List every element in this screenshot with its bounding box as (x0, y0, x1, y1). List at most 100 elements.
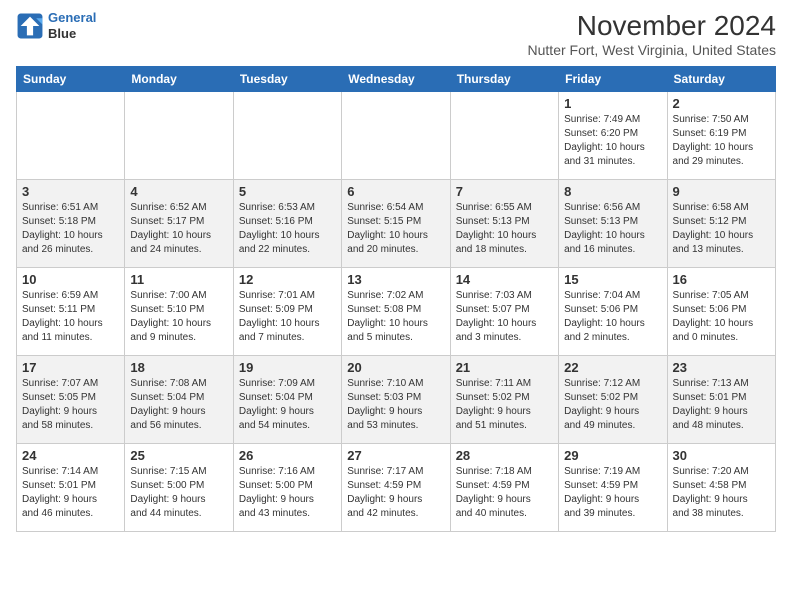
week-row-1: 1Sunrise: 7:49 AM Sunset: 6:20 PM Daylig… (17, 92, 776, 180)
calendar-cell: 23 Sunrise: 7:13 AM Sunset: 5:01 PM Dayli… (667, 356, 775, 444)
day-detail: Sunrise: 6:58 AM Sunset: 5:12 PM Dayligh… (673, 201, 770, 257)
day-number: 4 (130, 184, 227, 199)
calendar-cell: 12Sunrise: 7:01 AM Sunset: 5:09 PM Dayli… (233, 268, 341, 356)
calendar-cell: 25 Sunrise: 7:15 AM Sunset: 5:00 PM Dayli… (125, 444, 233, 532)
calendar-cell: 2 Sunrise: 7:50 AM Sunset: 6:19 PM Daylig… (667, 92, 775, 180)
day-header-saturday: Saturday (667, 67, 775, 92)
calendar-cell: 6Sunrise: 6:54 AM Sunset: 5:15 PM Daylig… (342, 180, 450, 268)
main-title: November 2024 (528, 10, 776, 42)
day-detail: Sunrise: 6:52 AM Sunset: 5:17 PM Dayligh… (130, 201, 227, 257)
calendar-cell: 10Sunrise: 6:59 AM Sunset: 5:11 PM Dayli… (17, 268, 125, 356)
day-number: 2 (673, 96, 770, 111)
day-detail: Sunrise: 7:11 AM Sunset: 5:02 PM Dayligh… (456, 377, 553, 433)
calendar-cell: 18 Sunrise: 7:08 AM Sunset: 5:04 PM Dayli… (125, 356, 233, 444)
calendar-cell: 15Sunrise: 7:04 AM Sunset: 5:06 PM Dayli… (559, 268, 667, 356)
calendar-cell (125, 92, 233, 180)
day-detail: Sunrise: 7:05 AM Sunset: 5:06 PM Dayligh… (673, 289, 770, 345)
day-header-friday: Friday (559, 67, 667, 92)
day-detail: Sunrise: 7:20 AM Sunset: 4:58 PM Dayligh… (673, 465, 770, 521)
day-detail: Sunrise: 7:03 AM Sunset: 5:07 PM Dayligh… (456, 289, 553, 345)
day-number: 23 (673, 360, 770, 375)
logo-line2: Blue (48, 26, 96, 42)
subtitle: Nutter Fort, West Virginia, United State… (528, 42, 776, 58)
day-detail: Sunrise: 7:16 AM Sunset: 5:00 PM Dayligh… (239, 465, 336, 521)
calendar-cell: 1Sunrise: 7:49 AM Sunset: 6:20 PM Daylig… (559, 92, 667, 180)
day-number: 17 (22, 360, 119, 375)
day-number: 26 (239, 448, 336, 463)
calendar-cell: 28 Sunrise: 7:18 AM Sunset: 4:59 PM Dayli… (450, 444, 558, 532)
day-number: 27 (347, 448, 444, 463)
day-number: 3 (22, 184, 119, 199)
calendar-cell (450, 92, 558, 180)
week-row-2: 3 Sunrise: 6:51 AM Sunset: 5:18 PM Daylig… (17, 180, 776, 268)
day-number: 18 (130, 360, 227, 375)
day-header-wednesday: Wednesday (342, 67, 450, 92)
day-number: 1 (564, 96, 661, 111)
calendar-cell: 21 Sunrise: 7:11 AM Sunset: 5:02 PM Dayli… (450, 356, 558, 444)
day-detail: Sunrise: 6:59 AM Sunset: 5:11 PM Dayligh… (22, 289, 119, 345)
day-detail: Sunrise: 7:12 AM Sunset: 5:02 PM Dayligh… (564, 377, 661, 433)
day-number: 29 (564, 448, 661, 463)
day-detail: Sunrise: 7:50 AM Sunset: 6:19 PM Dayligh… (673, 113, 770, 169)
header: General Blue November 2024 Nutter Fort, … (16, 10, 776, 58)
calendar-cell: 11 Sunrise: 7:00 AM Sunset: 5:10 PM Dayli… (125, 268, 233, 356)
day-detail: Sunrise: 7:18 AM Sunset: 4:59 PM Dayligh… (456, 465, 553, 521)
calendar-cell: 22 Sunrise: 7:12 AM Sunset: 5:02 PM Dayli… (559, 356, 667, 444)
calendar-cell: 30 Sunrise: 7:20 AM Sunset: 4:58 PM Dayli… (667, 444, 775, 532)
day-number: 15 (564, 272, 661, 287)
day-number: 22 (564, 360, 661, 375)
day-number: 5 (239, 184, 336, 199)
calendar-cell: 16 Sunrise: 7:05 AM Sunset: 5:06 PM Dayli… (667, 268, 775, 356)
day-detail: Sunrise: 6:53 AM Sunset: 5:16 PM Dayligh… (239, 201, 336, 257)
day-number: 16 (673, 272, 770, 287)
page: General Blue November 2024 Nutter Fort, … (0, 0, 792, 548)
calendar-cell: 8 Sunrise: 6:56 AM Sunset: 5:13 PM Daylig… (559, 180, 667, 268)
day-detail: Sunrise: 7:00 AM Sunset: 5:10 PM Dayligh… (130, 289, 227, 345)
day-detail: Sunrise: 7:19 AM Sunset: 4:59 PM Dayligh… (564, 465, 661, 521)
day-detail: Sunrise: 7:02 AM Sunset: 5:08 PM Dayligh… (347, 289, 444, 345)
day-header-tuesday: Tuesday (233, 67, 341, 92)
day-number: 9 (673, 184, 770, 199)
calendar-cell: 20Sunrise: 7:10 AM Sunset: 5:03 PM Dayli… (342, 356, 450, 444)
day-number: 28 (456, 448, 553, 463)
logo-icon (16, 12, 44, 40)
day-detail: Sunrise: 6:55 AM Sunset: 5:13 PM Dayligh… (456, 201, 553, 257)
day-number: 21 (456, 360, 553, 375)
week-row-3: 10Sunrise: 6:59 AM Sunset: 5:11 PM Dayli… (17, 268, 776, 356)
day-header-monday: Monday (125, 67, 233, 92)
day-number: 19 (239, 360, 336, 375)
calendar-cell (17, 92, 125, 180)
calendar-cell: 27Sunrise: 7:17 AM Sunset: 4:59 PM Dayli… (342, 444, 450, 532)
day-number: 14 (456, 272, 553, 287)
calendar-cell: 24Sunrise: 7:14 AM Sunset: 5:01 PM Dayli… (17, 444, 125, 532)
logo: General Blue (16, 10, 96, 41)
calendar-cell: 14 Sunrise: 7:03 AM Sunset: 5:07 PM Dayli… (450, 268, 558, 356)
week-row-4: 17Sunrise: 7:07 AM Sunset: 5:05 PM Dayli… (17, 356, 776, 444)
day-number: 25 (130, 448, 227, 463)
calendar-cell: 9 Sunrise: 6:58 AM Sunset: 5:12 PM Daylig… (667, 180, 775, 268)
day-number: 6 (347, 184, 444, 199)
calendar-cell: 17Sunrise: 7:07 AM Sunset: 5:05 PM Dayli… (17, 356, 125, 444)
calendar-cell: 5 Sunrise: 6:53 AM Sunset: 5:16 PM Daylig… (233, 180, 341, 268)
day-number: 7 (456, 184, 553, 199)
day-detail: Sunrise: 7:13 AM Sunset: 5:01 PM Dayligh… (673, 377, 770, 433)
day-detail: Sunrise: 7:10 AM Sunset: 5:03 PM Dayligh… (347, 377, 444, 433)
calendar-cell: 29 Sunrise: 7:19 AM Sunset: 4:59 PM Dayli… (559, 444, 667, 532)
day-detail: Sunrise: 7:14 AM Sunset: 5:01 PM Dayligh… (22, 465, 119, 521)
day-detail: Sunrise: 7:15 AM Sunset: 5:00 PM Dayligh… (130, 465, 227, 521)
logo-line1: General (48, 10, 96, 25)
day-detail: Sunrise: 7:08 AM Sunset: 5:04 PM Dayligh… (130, 377, 227, 433)
calendar-cell: 7 Sunrise: 6:55 AM Sunset: 5:13 PM Daylig… (450, 180, 558, 268)
calendar-cell: 13 Sunrise: 7:02 AM Sunset: 5:08 PM Dayli… (342, 268, 450, 356)
day-header-sunday: Sunday (17, 67, 125, 92)
day-detail: Sunrise: 7:01 AM Sunset: 5:09 PM Dayligh… (239, 289, 336, 345)
day-detail: Sunrise: 6:56 AM Sunset: 5:13 PM Dayligh… (564, 201, 661, 257)
calendar-cell: 3 Sunrise: 6:51 AM Sunset: 5:18 PM Daylig… (17, 180, 125, 268)
day-number: 30 (673, 448, 770, 463)
calendar-cell: 26 Sunrise: 7:16 AM Sunset: 5:00 PM Dayli… (233, 444, 341, 532)
week-row-5: 24Sunrise: 7:14 AM Sunset: 5:01 PM Dayli… (17, 444, 776, 532)
day-number: 13 (347, 272, 444, 287)
day-number: 8 (564, 184, 661, 199)
day-detail: Sunrise: 6:51 AM Sunset: 5:18 PM Dayligh… (22, 201, 119, 257)
day-number: 11 (130, 272, 227, 287)
